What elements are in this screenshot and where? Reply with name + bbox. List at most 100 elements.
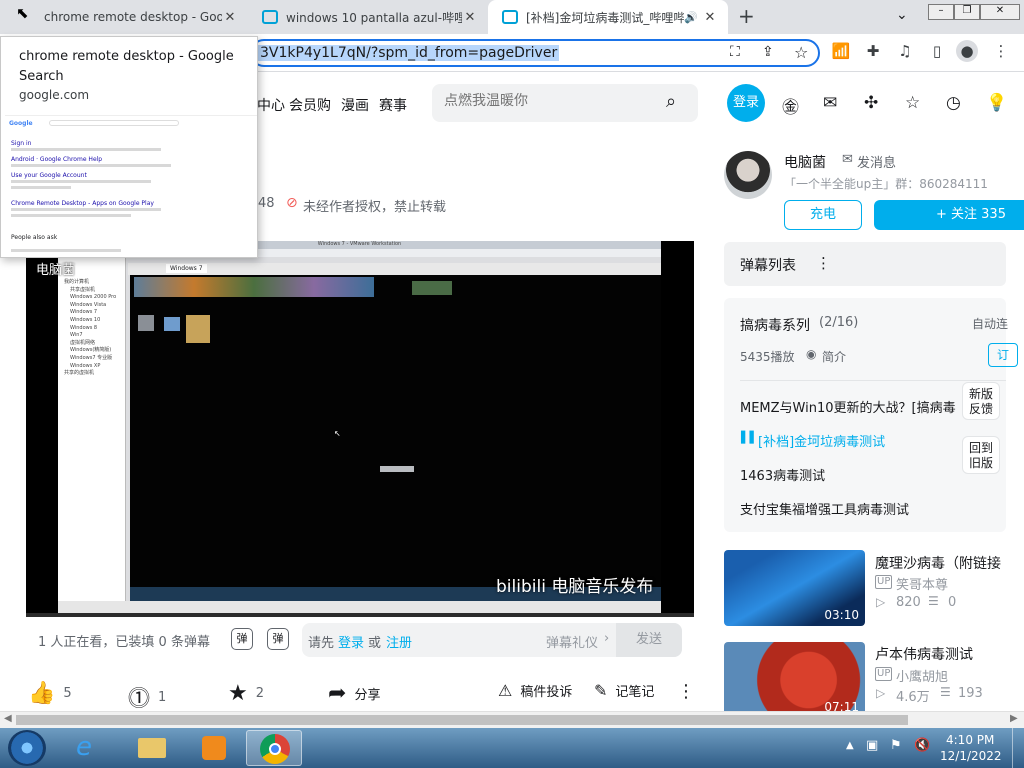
follow-button[interactable]: + 关注 335 [874, 200, 1024, 230]
danmaku-list-panel[interactable]: 弹幕列表 ⋮ [724, 242, 1006, 286]
collection-intro[interactable]: 简介 [822, 348, 846, 365]
collection-title[interactable]: 搞病毒系列 [740, 315, 810, 335]
video-progress-track[interactable] [26, 613, 694, 617]
tab-bilibili-active[interactable]: [补档]金坷垃病毒测试_哔哩哔 🔊 ✕ [488, 0, 728, 34]
suggestion-line1: chrome remote desktop - Google [19, 49, 234, 64]
back-to-old-version-button[interactable]: 回到旧版 [962, 436, 1000, 474]
recommend-title[interactable]: 魔理沙病毒（附链接 [875, 553, 1024, 573]
clock-time[interactable]: 4:10 PM [946, 733, 994, 747]
new-version-feedback-button[interactable]: 新版反馈 [962, 382, 1000, 420]
scroll-right-icon[interactable]: ▶ [1010, 713, 1018, 724]
danmaku-toggle-icon[interactable]: 弹 [231, 628, 253, 650]
recommend-uploader[interactable]: 小鹰胡旭 [896, 666, 948, 685]
coin-button[interactable]: ⓵1 [128, 681, 166, 713]
tab-search-chevron-icon[interactable]: ⌄ [896, 7, 908, 23]
recommend-thumbnail[interactable]: 07:11 [724, 642, 865, 718]
wifi-icon[interactable]: 📶 [830, 40, 852, 62]
notes-button[interactable]: ✎ 记笔记 [594, 681, 654, 700]
search-icon[interactable]: ⌕ [666, 91, 676, 112]
favorites-icon[interactable]: ☆ [905, 93, 920, 113]
video-player[interactable]: Windows 7 - VMware Workstation 我的计算机 共享虚拟… [26, 241, 694, 617]
share-button[interactable]: ➦ 分享 [328, 681, 380, 706]
tab-google-search[interactable]: ⬉ chrome remote desktop - Google ✕ [0, 0, 248, 34]
send-button[interactable]: 发送 [616, 623, 682, 657]
vm-tree-item: Windows 2000 Pro [70, 294, 117, 301]
uploader-name[interactable]: 电脑菌 [784, 152, 826, 172]
show-desktop-button[interactable] [1012, 728, 1024, 768]
network-icon[interactable]: ▣ [866, 738, 878, 753]
nav-item-center[interactable]: 中心 [257, 95, 285, 115]
share-icon[interactable]: ⇪ [762, 44, 774, 60]
collection-item[interactable]: 支付宝集福增强工具病毒测试 [740, 499, 909, 518]
dynamic-icon[interactable]: ✣ [864, 93, 878, 113]
omnibox-suggestion-dropdown[interactable]: chrome remote desktop - Google Search go… [0, 36, 258, 258]
window-minimize-button[interactable]: – [928, 4, 954, 20]
danmaku-login-link[interactable]: 登录 [338, 632, 364, 651]
favorite-button[interactable]: ★ 2 [228, 681, 264, 706]
profile-icon[interactable]: ● [956, 40, 978, 62]
scrollbar-thumb[interactable] [16, 715, 908, 725]
side-panel-icon[interactable]: ▯ [926, 40, 948, 62]
suggestion-title[interactable]: chrome remote desktop - Google Search [19, 47, 251, 87]
desktop-icons-row1b [412, 281, 452, 295]
creator-lightbulb-icon[interactable]: 💡 [986, 93, 1007, 113]
history-icon[interactable]: ◷ [946, 93, 961, 113]
more-icon[interactable]: ⋮ [816, 254, 831, 272]
action-center-flag-icon[interactable]: ⚑ [890, 738, 902, 753]
show-hidden-icons[interactable]: ▲ [846, 740, 854, 751]
send-message-link[interactable]: 发消息 [857, 152, 896, 171]
volume-muted-icon[interactable]: 🔇 [914, 738, 930, 753]
address-bar[interactable]: 3V1kP4y1L7qN/?spm_id_from=pageDriver ⛶ ⇪… [250, 39, 820, 67]
danmaku-etiquette-link[interactable]: 弹幕礼仪 [546, 632, 598, 651]
recommend-uploader[interactable]: 笑哥本尊 [896, 574, 948, 593]
up-badge: UP [875, 667, 893, 681]
recommend-title[interactable]: 卢本伟病毒测试 [875, 644, 973, 664]
nav-item-esports[interactable]: 赛事 [379, 95, 407, 115]
nav-item-manga[interactable]: 漫画 [341, 95, 369, 115]
chrome-taskbar-button[interactable] [246, 730, 302, 766]
window-restore-button[interactable]: ❐ [954, 4, 980, 20]
tab-bilibili-1[interactable]: windows 10 pantalla azul-哔哩哔 ✕ [248, 0, 488, 34]
media-controls-icon[interactable]: ♫ [894, 40, 916, 62]
more-menu-icon[interactable]: ⋮ [990, 40, 1012, 62]
autoplay-toggle[interactable]: 自动连 [972, 315, 1008, 332]
collection-item[interactable]: MEMZ与Win10更新的大战？[搞病毒 [740, 397, 964, 416]
bookmark-star-icon[interactable]: ☆ [794, 43, 808, 62]
media-player-taskbar-button[interactable] [186, 730, 242, 766]
danmaku-input[interactable]: 请先 登录 或 注册 弹幕礼仪 › 发送 [302, 623, 682, 657]
extensions-icon[interactable]: ✚ [862, 40, 884, 62]
window-close-button[interactable]: ✕ [980, 4, 1020, 20]
close-icon[interactable]: ✕ [462, 10, 478, 25]
new-tab-button[interactable]: + [738, 4, 755, 28]
url-text[interactable]: 3V1kP4y1L7qN/?spm_id_from=pageDriver [258, 45, 560, 61]
horizontal-scrollbar[interactable]: ◀ ▶ [0, 711, 1024, 728]
message-icon[interactable]: ✉ [823, 93, 837, 113]
clock-date[interactable]: 12/1/2022 [940, 749, 1002, 763]
danmaku-register-link[interactable]: 注册 [386, 632, 412, 651]
close-icon[interactable]: ✕ [222, 10, 238, 25]
danmaku-settings-icon[interactable]: 弹 [267, 628, 289, 650]
login-button[interactable]: 登录 [727, 84, 765, 122]
more-actions-icon[interactable]: ⋮ [677, 681, 695, 702]
mail-icon[interactable]: ✉ [842, 152, 853, 167]
speaker-icon[interactable]: 🔊 [684, 11, 698, 24]
vip-icon[interactable]: ㊎ [782, 93, 799, 118]
subscribe-button[interactable]: 订 [988, 343, 1018, 367]
close-icon[interactable]: ✕ [702, 10, 718, 25]
collection-item-active[interactable]: [补档]金坷垃病毒测试 [758, 431, 885, 450]
file-explorer-taskbar-button[interactable] [124, 730, 180, 766]
recommend-thumbnail[interactable]: 03:10 [724, 550, 865, 626]
collection-item[interactable]: 1463病毒测试 [740, 465, 825, 484]
search-input[interactable] [444, 93, 654, 109]
nav-item-vip-shop[interactable]: 会员购 [289, 95, 331, 115]
like-button[interactable]: 👍 5 [28, 681, 72, 706]
recycle-bin-icon [138, 315, 154, 331]
search-box[interactable]: ⌕ [432, 84, 698, 122]
translate-icon[interactable]: ⛶ [730, 44, 740, 60]
internet-explorer-taskbar-button[interactable]: e [62, 730, 118, 766]
uploader-avatar[interactable] [724, 151, 772, 199]
charge-button[interactable]: 充电 [784, 200, 862, 230]
scroll-left-icon[interactable]: ◀ [4, 713, 12, 724]
report-button[interactable]: ⚠ 稿件投诉 [498, 681, 572, 700]
start-button[interactable] [8, 730, 46, 766]
